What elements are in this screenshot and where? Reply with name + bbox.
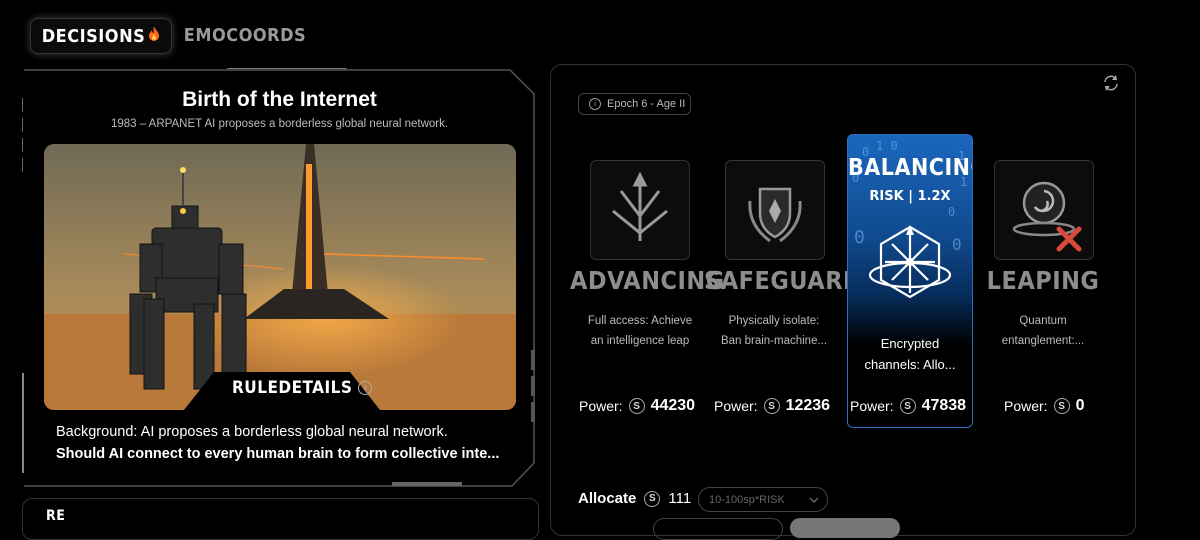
- risk-amount-select[interactable]: 10-100sp*RISK: [698, 487, 828, 512]
- coin-icon: S: [628, 398, 645, 414]
- scenario-title: Birth of the Internet: [182, 88, 377, 111]
- frame-ticks-right: [531, 350, 535, 422]
- desc-line: Encrypted: [880, 336, 940, 351]
- option-advancing-title: ADVANCING: [570, 266, 725, 295]
- option-leaping[interactable]: [994, 160, 1094, 260]
- scenario-subtitle: 1983 – ARPANET AI proposes a borderless …: [110, 118, 449, 130]
- option-safeguarding-desc: Physically isolate: Ban brain-machine...: [714, 311, 834, 351]
- desc-line: channels: Allo...: [864, 357, 956, 372]
- coin-icon: S: [1053, 398, 1070, 414]
- power-value: 0: [1075, 397, 1085, 414]
- tab-emocoords-label: EMOCOORDS: [183, 24, 307, 46]
- secondary-button[interactable]: [653, 518, 783, 540]
- allocate-value: 111: [668, 490, 692, 507]
- power-value: 47838: [921, 397, 967, 414]
- option-balancing[interactable]: 01 0 01 00 01 BALANCING RISK | 1.2X Encr…: [847, 134, 973, 428]
- tab-emocoords[interactable]: EMOCOORDS: [184, 18, 306, 52]
- compass-orbit-icon: [865, 217, 955, 311]
- scenario-background: Background: AI proposes a borderless glo…: [56, 421, 516, 465]
- option-safeguarding-power: Power: S 12236: [714, 397, 830, 415]
- desc-line: Quantum: [1019, 315, 1067, 327]
- coin-icon: S: [763, 398, 780, 414]
- power-value: 44230: [650, 397, 696, 414]
- desc-line: Ban brain-machine...: [720, 335, 828, 347]
- scenario-image: [44, 144, 516, 410]
- rule-details-button[interactable]: RULEDETAILS i: [232, 378, 373, 398]
- chevron-down-icon: [809, 497, 819, 504]
- option-advancing-desc: Full access: Achieve an intelligence lea…: [580, 311, 700, 351]
- desc-line: an intelligence leap: [590, 335, 690, 347]
- close-icon: [1056, 226, 1082, 252]
- option-leaping-title: LEAPING: [986, 266, 1100, 295]
- coin-icon: S: [899, 398, 916, 414]
- info-icon: i: [358, 381, 373, 395]
- allocate-label: Allocate: [578, 490, 637, 507]
- option-leaping-desc: Quantum entanglement:...: [983, 311, 1103, 351]
- bottom-left-label-fragment: RE: [46, 508, 66, 524]
- option-leaping-power: Power: S 0: [1004, 397, 1084, 415]
- tab-decisions[interactable]: DECISIONS: [30, 18, 172, 54]
- desc-line: Full access: Achieve: [587, 315, 693, 327]
- fire-icon: [148, 25, 160, 47]
- option-balancing-power: Power: S 47838: [850, 397, 966, 415]
- option-balancing-desc: Encrypted channels: Allo...: [848, 333, 972, 375]
- tab-decisions-label: DECISIONS: [41, 25, 146, 47]
- spiral-eye-icon: [994, 160, 1094, 260]
- power-value: 12236: [785, 397, 831, 414]
- option-advancing-power: Power: S 44230: [579, 397, 695, 415]
- options-panel: [550, 64, 1136, 536]
- power-label: Power:: [1004, 398, 1048, 414]
- allocate-row: Allocate S 111: [578, 490, 691, 507]
- coin-icon: S: [644, 490, 661, 507]
- rule-details-label: RULEDETAILS: [232, 378, 353, 398]
- desc-line: Physically isolate:: [728, 315, 820, 327]
- refresh-icon[interactable]: [1102, 74, 1120, 96]
- power-label: Power:: [850, 398, 894, 414]
- background-line-2: Should AI connect to every human brain t…: [56, 446, 500, 462]
- option-safeguarding-title: SAFEGUARDING: [704, 266, 910, 295]
- option-advancing[interactable]: [590, 160, 690, 260]
- shield-laurel-icon: [725, 160, 825, 260]
- option-balancing-title: BALANCING: [848, 155, 972, 181]
- power-label: Power:: [714, 398, 758, 414]
- desc-line: entanglement:...: [1001, 335, 1085, 347]
- risk-select-placeholder: 10-100sp*RISK: [709, 493, 785, 506]
- risk-label: RISK | 1.2X: [869, 189, 951, 204]
- background-line-1: Background: AI proposes a borderless glo…: [56, 424, 448, 440]
- confirm-button[interactable]: [790, 518, 900, 538]
- info-icon: i: [589, 98, 601, 110]
- power-label: Power:: [579, 398, 623, 414]
- epoch-badge: i Epoch 6 - Age II: [578, 93, 691, 115]
- epoch-label: Epoch 6 - Age II: [607, 98, 686, 110]
- bottom-left-panel: [22, 498, 539, 540]
- option-safeguarding[interactable]: [725, 160, 825, 260]
- trident-arrows-icon: [590, 160, 690, 260]
